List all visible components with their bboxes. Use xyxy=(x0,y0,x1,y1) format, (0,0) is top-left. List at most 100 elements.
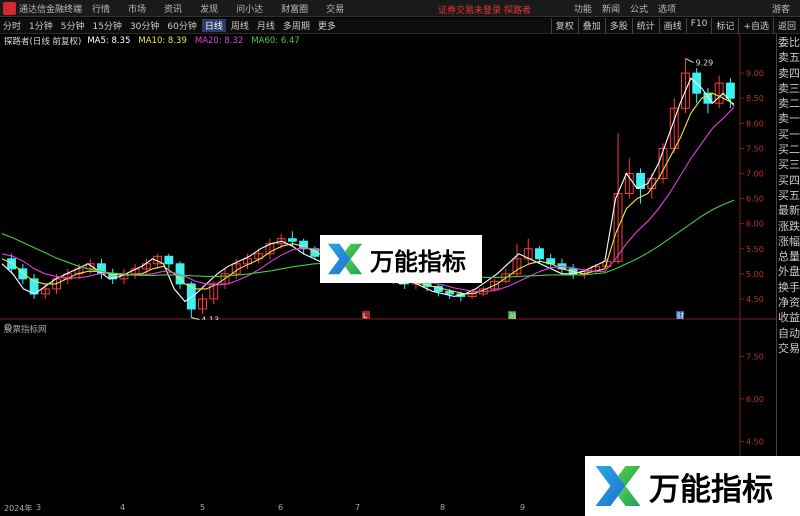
side-list-item[interactable]: 买五 xyxy=(778,188,800,203)
login-warning[interactable]: 证券交易未登录 xyxy=(438,3,501,16)
add-watchlist-button[interactable]: +自选 xyxy=(738,18,773,34)
menu-bar: 通达信金融终端 行情 市场 资讯 发现 问小达 财富圈 交易 证券交易未登录 探… xyxy=(0,0,800,17)
side-list-item[interactable]: 卖五 xyxy=(778,50,800,65)
adjust-button[interactable]: 复权 xyxy=(550,18,578,34)
watermark-text: 万能指标 xyxy=(370,247,466,276)
side-list-item[interactable]: 收益 xyxy=(778,310,800,325)
event-marker: 财 xyxy=(677,311,684,320)
menu-function[interactable]: 功能 xyxy=(574,2,592,15)
ma-info-bar: 探路者(日线 前复权) MA5: 8.35 MA10: 8.39 MA20: 8… xyxy=(0,35,740,47)
mark-button[interactable]: 标记 xyxy=(711,18,738,34)
period-5min[interactable]: 5分钟 xyxy=(58,19,88,32)
side-list-item[interactable]: 买三 xyxy=(778,157,800,172)
menu-wealth-circle[interactable]: 财富圈 xyxy=(281,2,308,15)
period-more[interactable]: 更多 xyxy=(315,19,339,32)
back-button[interactable]: 返回 xyxy=(772,18,800,34)
sub-y-tick-label: 7.50 xyxy=(746,352,764,361)
side-list-item[interactable]: 净资 xyxy=(778,295,800,310)
menu-ask[interactable]: 问小达 xyxy=(236,2,263,15)
side-list-item[interactable]: 交易 xyxy=(778,341,800,356)
candle-body xyxy=(636,172,645,190)
period-monthly[interactable]: 月线 xyxy=(254,19,278,32)
event-marker: L xyxy=(363,312,367,320)
period-1min[interactable]: 1分钟 xyxy=(26,19,56,32)
side-list-item[interactable]: 卖三 xyxy=(778,81,800,96)
y-tick-label: 5.50 xyxy=(746,245,764,254)
sub-panel-label: 股票指标网 xyxy=(4,325,47,335)
side-list-item[interactable]: 涨跌 xyxy=(778,219,800,234)
y-tick-label: 7.00 xyxy=(746,169,764,178)
period-weekly[interactable]: 周线 xyxy=(228,19,252,32)
x-tick-label: 9 xyxy=(520,503,526,512)
menu-news[interactable]: 资讯 xyxy=(164,2,182,15)
side-list-item[interactable]: 换手 xyxy=(778,280,800,295)
menu-options[interactable]: 选项 xyxy=(658,2,676,15)
menu-discover[interactable]: 发现 xyxy=(200,2,218,15)
menu-formula[interactable]: 公式 xyxy=(630,2,648,15)
y-tick-label: 6.50 xyxy=(746,195,764,204)
overlay-button[interactable]: 叠加 xyxy=(577,18,605,34)
period-multi[interactable]: 多周期 xyxy=(280,19,313,32)
period-timeshare[interactable]: 分时 xyxy=(0,19,24,32)
menu-trade[interactable]: 交易 xyxy=(326,2,344,15)
watermark-logo: 万能指标 xyxy=(320,235,482,283)
watermark-logo-large: 万能指标 xyxy=(585,456,800,516)
ma20-value: MA20: 8.32 xyxy=(194,36,244,46)
y-tick-label: 8.00 xyxy=(746,119,764,128)
period-60min[interactable]: 60分钟 xyxy=(164,19,199,32)
ma5-value: MA5: 8.35 xyxy=(87,36,131,46)
stock-name: 探路者(日线 前复权) xyxy=(4,37,82,47)
guest-label[interactable]: 游客 xyxy=(772,2,790,15)
sub-y-tick-label: 4.50 xyxy=(746,437,764,446)
x-tick-label: 3 xyxy=(36,503,42,512)
x-tick-label: 4 xyxy=(120,503,126,512)
quote-side-list: 委比 卖五 卖四 卖三 卖二 卖一 买一 买二 买三 买四 买五 最新 涨跌 涨幅 总量 外盘 换手 净资 收益 自动… xyxy=(778,35,800,357)
watermark-text-large: 万能指标 xyxy=(649,471,773,508)
side-list-item[interactable]: 外盘 xyxy=(778,264,800,279)
side-list-item[interactable]: 买二 xyxy=(778,142,800,157)
side-list-item[interactable]: 涨幅 xyxy=(778,234,800,249)
watermark-icon-large xyxy=(595,466,641,506)
x-tick-label: 6 xyxy=(278,503,284,512)
y-tick-label: 6.00 xyxy=(746,220,764,229)
side-list-item[interactable]: 买一 xyxy=(778,127,800,142)
menu-quotes[interactable]: 行情 xyxy=(92,2,110,15)
y-tick-label: 7.50 xyxy=(746,144,764,153)
y-tick-label: 4.50 xyxy=(746,295,764,304)
period-30min[interactable]: 30分钟 xyxy=(127,19,162,32)
toolbar-right: 复权 叠加 多股 统计 画线 F10 标记 +自选 返回 xyxy=(550,18,800,34)
login-user[interactable]: 探路者 xyxy=(504,3,531,16)
high-annotation: 9.29 xyxy=(695,59,713,68)
event-marker: 融 xyxy=(509,311,516,320)
menubar-right: 功能 新闻 公式 选项 游客 xyxy=(574,0,800,17)
side-list-item[interactable]: 卖一 xyxy=(778,111,800,126)
watermark-icon xyxy=(327,243,363,275)
candle-body xyxy=(445,290,455,295)
side-list-item[interactable]: 最新 xyxy=(778,203,800,218)
period-15min[interactable]: 15分钟 xyxy=(89,19,124,32)
side-list-item[interactable]: 买四 xyxy=(778,173,800,188)
side-list-item[interactable]: 自动 xyxy=(778,326,800,341)
period-toolbar: 分时 1分钟 5分钟 15分钟 30分钟 60分钟 日线 周线 月线 多周期 更… xyxy=(0,18,800,34)
x-tick-label: 8 xyxy=(440,503,446,512)
draw-line-button[interactable]: 画线 xyxy=(658,18,686,34)
x-tick-label: 7 xyxy=(355,503,361,512)
menu-market[interactable]: 市场 xyxy=(128,2,146,15)
menu-news-right[interactable]: 新闻 xyxy=(602,2,620,15)
candle-body xyxy=(535,248,544,260)
candle-body xyxy=(703,92,713,104)
period-daily[interactable]: 日线 xyxy=(201,19,226,32)
y-tick-label: 5.00 xyxy=(746,270,764,279)
side-list-item[interactable]: 委比 xyxy=(778,35,800,50)
sub-y-tick-label: 6.00 xyxy=(746,395,764,404)
candle-body xyxy=(725,82,735,99)
side-list-item[interactable]: 总量 xyxy=(778,249,800,264)
sidebar-divider xyxy=(776,34,777,502)
statistics-button[interactable]: 统计 xyxy=(631,18,659,34)
f10-button[interactable]: F10 xyxy=(685,18,712,34)
multi-stock-button[interactable]: 多股 xyxy=(604,18,632,34)
app-title: 通达信金融终端 xyxy=(19,4,83,15)
y-tick-label: 8.50 xyxy=(746,94,764,103)
side-list-item[interactable]: 卖四 xyxy=(778,66,800,81)
side-list-item[interactable]: 卖二 xyxy=(778,96,800,111)
